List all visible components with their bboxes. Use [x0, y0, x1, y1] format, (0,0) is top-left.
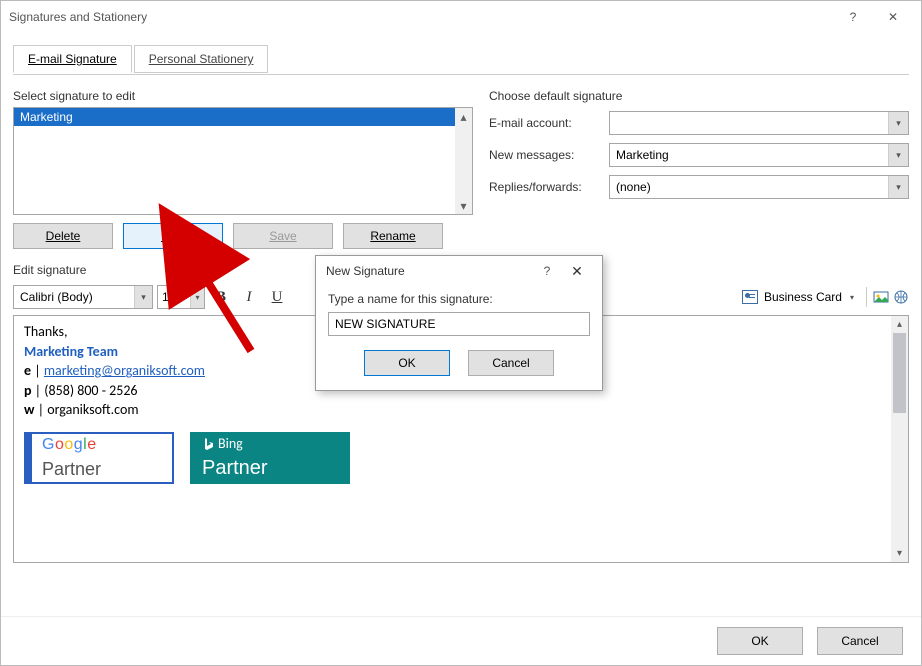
sig-w-label: w — [24, 401, 34, 418]
sig-phone: (858) 800 - 2526 — [44, 382, 137, 399]
new-messages-combo[interactable]: Marketing ▾ — [609, 143, 909, 167]
listbox-scrollbar[interactable]: ▴ ▾ — [455, 108, 472, 214]
save-button[interactable]: Save — [233, 223, 333, 249]
email-account-label: E-mail account: — [489, 116, 609, 130]
signatures-window: Signatures and Stationery ? ✕ E-mail Sig… — [0, 0, 922, 666]
editor-scrollbar[interactable]: ▴ ▾ — [891, 316, 908, 562]
modal-close-button[interactable]: ✕ — [562, 263, 592, 280]
new-signature-dialog: New Signature ? ✕ Type a name for this s… — [315, 255, 603, 391]
replies-label: Replies/forwards: — [489, 180, 609, 194]
chevron-down-icon[interactable]: ▾ — [888, 176, 908, 198]
sig-e-label: e — [24, 362, 31, 379]
modal-cancel-button[interactable]: Cancel — [468, 350, 554, 376]
bing-icon — [202, 437, 214, 451]
scroll-down-icon[interactable]: ▾ — [891, 545, 908, 562]
scroll-up-icon[interactable]: ▴ — [891, 316, 908, 333]
underline-button[interactable]: U — [265, 285, 289, 309]
size-combo[interactable]: 10 ▾ — [157, 285, 205, 309]
signature-listbox[interactable]: Marketing ▴ ▾ — [13, 107, 473, 215]
bing-partner-badge: Bing Partner — [190, 432, 350, 484]
chevron-down-icon[interactable]: ▾ — [134, 286, 152, 308]
scroll-up-icon[interactable]: ▴ — [455, 108, 472, 125]
sig-email-link[interactable]: marketing@organiksoft.com — [44, 362, 205, 379]
tab-label: E-mail Signature — [28, 52, 117, 66]
chevron-down-icon[interactable]: ▾ — [190, 286, 204, 308]
default-signature-title: Choose default signature — [489, 89, 909, 103]
chevron-down-icon[interactable]: ▾ — [850, 293, 854, 302]
new-messages-label: New messages: — [489, 148, 609, 162]
signature-name-input[interactable] — [328, 312, 590, 336]
italic-button[interactable]: I — [237, 285, 261, 309]
dialog-footer: OK Cancel — [1, 616, 921, 665]
chevron-down-icon[interactable]: ▾ — [888, 144, 908, 166]
email-account-combo[interactable]: ▾ — [609, 111, 909, 135]
hyperlink-button[interactable] — [893, 289, 909, 305]
delete-button[interactable]: Delete — [13, 223, 113, 249]
chevron-down-icon[interactable]: ▾ — [888, 112, 908, 134]
modal-ok-button[interactable]: OK — [364, 350, 450, 376]
google-partner-badge: Google Partner — [24, 432, 174, 484]
tab-personal-stationery[interactable]: Personal Stationery — [134, 45, 269, 73]
scroll-down-icon[interactable]: ▾ — [455, 197, 472, 214]
tab-email-signature[interactable]: E-mail Signature — [13, 45, 132, 73]
cancel-button[interactable]: Cancel — [817, 627, 903, 655]
sig-web: organiksoft.com — [47, 401, 138, 418]
sig-p-label: p — [24, 382, 32, 399]
modal-title: New Signature — [326, 264, 405, 278]
tab-label: Personal Stationery — [149, 52, 254, 66]
font-combo[interactable]: Calibri (Body) ▾ — [13, 285, 153, 309]
list-item[interactable]: Marketing — [14, 108, 472, 126]
new-button[interactable]: New — [123, 223, 223, 249]
window-help-button[interactable]: ? — [833, 1, 873, 33]
picture-button[interactable] — [873, 289, 889, 305]
select-signature-label: Select signature to edit — [13, 89, 473, 103]
modal-prompt: Type a name for this signature: — [328, 292, 590, 306]
ok-button[interactable]: OK — [717, 627, 803, 655]
scroll-thumb[interactable] — [893, 333, 906, 413]
titlebar: Signatures and Stationery ? ✕ — [1, 1, 921, 33]
modal-help-button[interactable]: ? — [532, 264, 562, 278]
window-close-button[interactable]: ✕ — [873, 1, 913, 33]
bold-button[interactable]: B — [209, 285, 233, 309]
business-card-button[interactable]: Business Card ▾ — [736, 290, 860, 304]
window-title: Signatures and Stationery — [9, 10, 147, 24]
business-card-icon — [742, 290, 758, 304]
replies-combo[interactable]: (none) ▾ — [609, 175, 909, 199]
rename-button[interactable]: Rename — [343, 223, 443, 249]
